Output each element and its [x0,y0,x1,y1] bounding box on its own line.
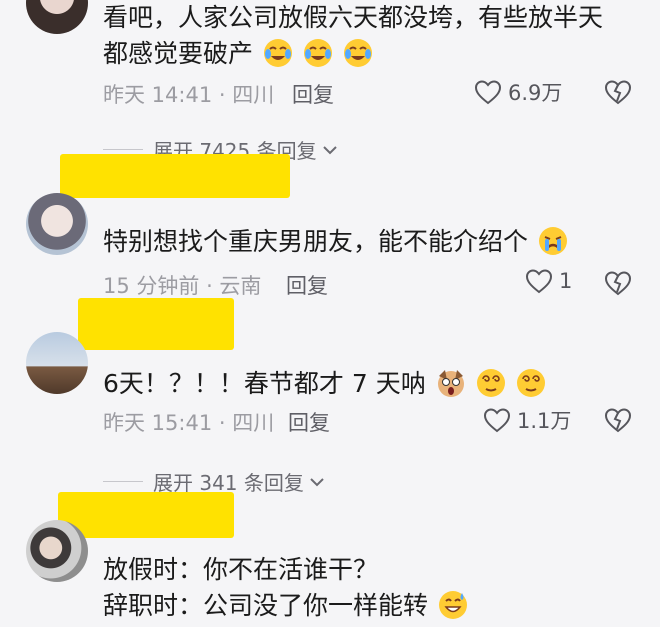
avatar[interactable] [26,0,88,34]
chevron-down-icon [322,145,337,154]
dizzy-face-emoji [476,369,505,397]
comment-text-line1: 特别想找个重庆男朋友，能不能介绍个 [103,224,568,260]
comment-timestamp: 15 分钟前 · 云南 [103,274,262,298]
heart-outline-icon [483,408,511,433]
dizzy-face-emoji [516,369,545,397]
comment-timestamp: 昨天 14:41 · 四川 [103,83,275,107]
like-count: 6.9万 [508,81,563,105]
laughing-tears-emoji [303,39,332,67]
divider [103,149,143,150]
avatar[interactable] [26,193,88,255]
avatar[interactable] [26,332,88,394]
crying-emoji [538,227,567,255]
like-count: 1 [559,269,573,293]
laughing-tears-emoji [263,39,292,67]
laughing-tears-emoji [343,39,372,67]
comment-text-line1: 6天！？！！春节都才 7 天呐 [103,366,546,402]
username-redaction [58,492,234,538]
username-redaction [60,154,290,198]
like-button[interactable]: 6.9万 [474,77,562,107]
comment-item-1: 看吧，人家公司放假六天都没垮，有些放半天 都感觉要破产 昨天 14:41 · 四… [0,0,660,120]
reply-button[interactable]: 回复 [292,79,334,109]
broken-heart-icon[interactable] [604,270,632,296]
shocked-dog-emoji [437,370,464,397]
heart-outline-icon [474,80,502,105]
comment-text-line2: 都感觉要破产 [103,36,373,72]
comment-text-line1: 放假时：你不在活谁干？ [103,555,379,584]
username-redaction [78,298,234,350]
grinning-sweat-emoji [438,591,467,619]
reply-button[interactable]: 回复 [288,407,330,437]
heart-outline-icon [525,269,553,294]
comment-timestamp: 昨天 15:41 · 四川 [103,411,275,435]
broken-heart-icon[interactable] [604,407,632,433]
comment-text-line2: 辞职时：公司没了你一样能转 [103,588,468,624]
reply-button[interactable]: 回复 [286,270,328,300]
like-count: 1.1万 [517,409,572,433]
chevron-down-icon [310,477,324,486]
avatar[interactable] [26,520,88,582]
comment-text-line1: 看吧，人家公司放假六天都没垮，有些放半天 [103,3,604,32]
broken-heart-icon[interactable] [604,79,632,105]
like-button[interactable]: 1.1万 [483,405,571,435]
divider [103,481,143,482]
like-button[interactable]: 1 [525,268,572,294]
